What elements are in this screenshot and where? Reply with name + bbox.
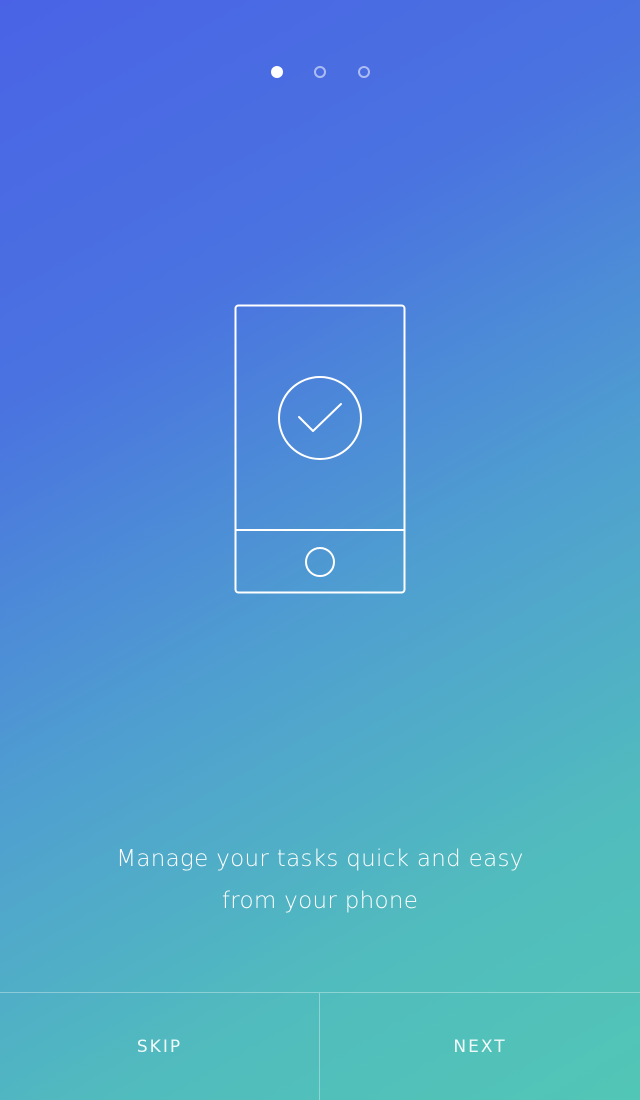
skip-button[interactable]: SKIP: [0, 993, 320, 1100]
onboarding-caption: Manage your tasks quick and easy from yo…: [40, 838, 600, 922]
page-dot-1-active[interactable]: [271, 66, 283, 78]
page-indicator: [0, 64, 640, 80]
caption-line-2: from your phone: [221, 888, 419, 914]
bottom-action-bar: SKIP NEXT: [0, 992, 640, 1100]
next-button[interactable]: NEXT: [320, 993, 640, 1100]
onboarding-screen: Manage your tasks quick and easy from yo…: [0, 0, 640, 1100]
page-dot-3[interactable]: [358, 66, 370, 78]
phone-checkmark-icon: [230, 300, 410, 598]
page-dot-2[interactable]: [314, 66, 326, 78]
caption-line-1: Manage your tasks quick and easy: [116, 846, 524, 872]
